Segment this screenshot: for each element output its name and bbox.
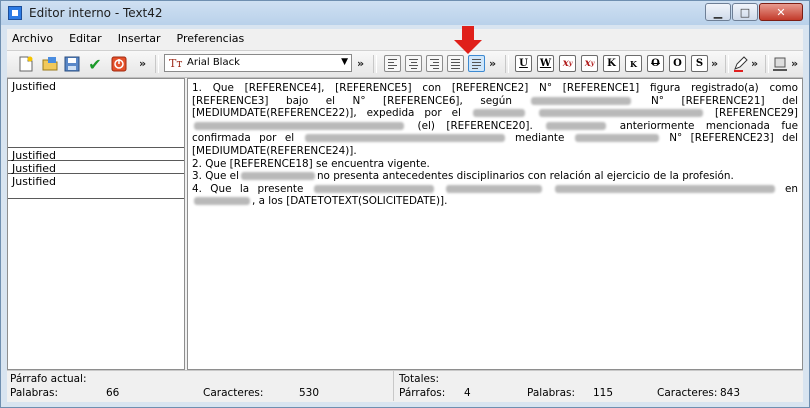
chars-value: 530 <box>299 387 320 399</box>
app-icon <box>8 6 22 20</box>
font-select[interactable]: Tт Arial Black ▼ <box>164 54 352 72</box>
accept-check-icon[interactable]: ✔ <box>86 55 104 74</box>
redacted-text <box>531 96 632 105</box>
outline-icon[interactable]: O <box>669 55 686 72</box>
red-arrow-icon <box>454 26 482 54</box>
words-label: Palabras: <box>10 387 59 399</box>
totals-label: Totales: <box>399 373 439 385</box>
redacted-text <box>240 172 315 181</box>
toolbar: ✔ » Tт Arial Black ▼ » » U W xy xy K K O… <box>7 26 803 78</box>
small-caps-icon[interactable]: K <box>603 55 620 72</box>
redacted-text <box>472 109 525 118</box>
align-right-icon[interactable] <box>426 55 443 72</box>
status-separator <box>393 371 394 401</box>
highlighter-pen-icon[interactable] <box>731 55 749 73</box>
font-select-value: Arial Black <box>187 57 240 68</box>
menu-preferencias[interactable]: Preferencias <box>169 29 253 49</box>
redacted-text <box>194 121 404 130</box>
font-type-icon: Tт <box>169 57 183 70</box>
redacted-text <box>304 134 505 143</box>
list-item[interactable]: Justified <box>8 174 184 199</box>
total-chars-value: 843 <box>720 387 741 399</box>
menu-bar: Archivo Editar Insertar Preferencias <box>7 29 803 49</box>
open-folder-icon[interactable] <box>41 55 59 73</box>
shadow-icon[interactable]: S <box>691 55 708 72</box>
lowercase-icon[interactable]: K <box>625 55 642 72</box>
total-words-label: Palabras: <box>527 387 576 399</box>
paragraph-1: 1. Que [REFERENCE4], [REFERENCE5] con [R… <box>192 82 799 157</box>
redacted-text <box>574 134 659 143</box>
align-left-icon[interactable] <box>384 55 401 72</box>
font-overflow-chevron-icon[interactable]: » <box>357 57 364 70</box>
paragraphs-label: Párrafos: <box>399 387 446 399</box>
toolbar-separator <box>765 55 769 73</box>
list-item[interactable]: Justified <box>8 79 184 148</box>
redacted-text <box>546 121 607 130</box>
menu-insertar[interactable]: Insertar <box>110 29 169 49</box>
subscript-icon[interactable]: xy <box>559 55 576 72</box>
superscript-icon[interactable]: xy <box>581 55 598 72</box>
words-value: 66 <box>106 387 120 399</box>
power-cancel-icon[interactable] <box>110 55 128 73</box>
document-editor[interactable]: 1. Que [REFERENCE4], [REFERENCE5] con [R… <box>187 78 803 370</box>
minimize-button[interactable]: ▁ <box>705 3 731 21</box>
redacted-text <box>446 184 543 193</box>
total-words-value: 115 <box>593 387 614 399</box>
menu-editar[interactable]: Editar <box>61 29 110 49</box>
pen-overflow-chevron-icon[interactable]: » <box>751 57 758 70</box>
close-button[interactable]: ✕ <box>759 3 803 21</box>
stamp-overflow-chevron-icon[interactable]: » <box>791 57 798 70</box>
editor-window: Editor interno - Text42 ▁ □ ✕ Archivo Ed… <box>0 0 810 408</box>
redacted-text <box>313 184 434 193</box>
save-icon[interactable] <box>63 55 81 73</box>
paragraph-3: 3. Que el no presenta antecedentes discip… <box>192 170 734 183</box>
redacted-text <box>194 197 250 206</box>
total-chars-label: Caracteres: <box>657 387 718 399</box>
align-overflow-chevron-icon[interactable]: » <box>489 57 496 70</box>
paragraphs-value: 4 <box>464 387 471 399</box>
current-paragraph-label: Párrafo actual: <box>10 373 87 385</box>
title-bar[interactable]: Editor interno - Text42 ▁ □ ✕ <box>1 1 809 25</box>
paragraph-style-list[interactable]: Justified Justified Justified Justified <box>7 78 185 370</box>
align-distribute-icon[interactable] <box>447 55 464 72</box>
toolbar-separator <box>373 55 377 73</box>
chevron-down-icon: ▼ <box>341 57 348 67</box>
redacted-text <box>554 184 775 193</box>
underline-icon[interactable]: U <box>515 55 532 72</box>
chars-label: Caracteres: <box>203 387 264 399</box>
paragraph-4: 4. Que la presente en , a los [DATETOTEX… <box>192 182 799 208</box>
toolbar-separator <box>155 55 159 73</box>
paragraph-2: 2. Que [REFERENCE18] se encuentra vigent… <box>192 157 430 170</box>
window-title: Editor interno - Text42 <box>29 6 163 20</box>
toolbar-separator <box>725 55 729 73</box>
stamp-icon[interactable] <box>771 55 789 73</box>
status-bar: Párrafo actual: Palabras: 66 Caracteres:… <box>7 370 803 402</box>
word-underline-icon[interactable]: W <box>537 55 554 72</box>
strikethrough-icon[interactable]: O <box>647 55 664 72</box>
toolbar-overflow-chevron-icon[interactable]: » <box>139 57 146 70</box>
redacted-text <box>538 109 703 118</box>
menu-archivo[interactable]: Archivo <box>7 29 61 49</box>
maximize-button[interactable]: □ <box>732 3 758 21</box>
format-overflow-chevron-icon[interactable]: » <box>711 57 718 70</box>
align-justify-icon[interactable] <box>468 55 485 72</box>
list-item[interactable]: Justified <box>8 161 184 175</box>
align-center-icon[interactable] <box>405 55 422 72</box>
toolbar-separator <box>505 55 509 73</box>
list-item[interactable]: Justified <box>8 148 184 162</box>
new-document-icon[interactable] <box>17 55 35 73</box>
